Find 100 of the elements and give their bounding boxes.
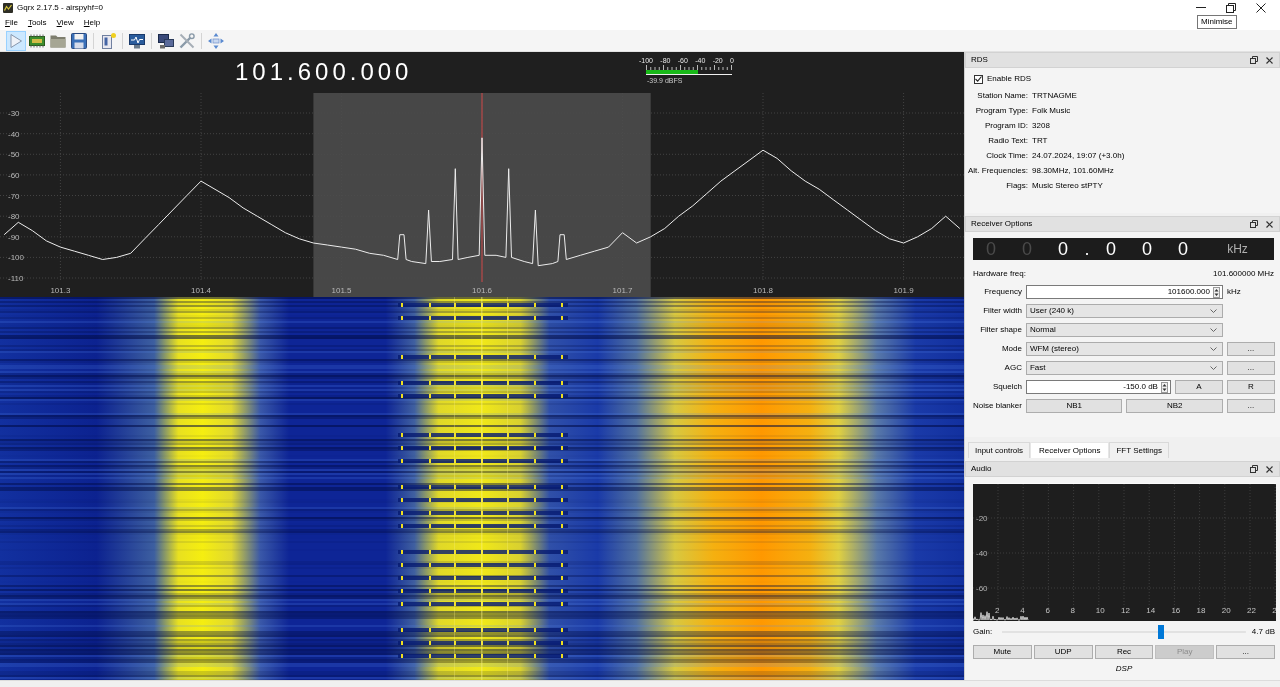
field-value: Folk Music <box>1032 105 1072 117</box>
field-label: Filter width <box>982 306 1022 316</box>
axis-label: -30 <box>8 109 20 118</box>
axis-label: 4 <box>1020 606 1025 615</box>
field-label: Hardware freq: <box>973 269 1026 279</box>
spinbox-field[interactable]: -150.0 dB <box>1025 380 1171 394</box>
field-value: 3208 <box>1032 120 1051 132</box>
axis-label: -20 <box>976 514 988 523</box>
float-icon[interactable] <box>1250 220 1258 228</box>
dock-title: RDS <box>971 55 988 65</box>
field-value: 101.600000 MHz <box>1213 269 1274 279</box>
axis-label: 20 <box>1221 606 1231 615</box>
dock-title: Audio <box>971 464 992 474</box>
push-button[interactable]: UDP <box>1033 645 1093 659</box>
app-icon <box>3 2 13 13</box>
field-label: Alt. Frequencies: <box>968 165 1029 177</box>
field-value: 4.7 dB <box>1251 627 1275 637</box>
close-icon[interactable] <box>1266 56 1273 64</box>
push-button[interactable]: ... <box>1226 399 1275 413</box>
dropdown[interactable]: User (240 k) <box>1025 304 1223 318</box>
axis-label: 101.3 <box>50 286 71 295</box>
push-button[interactable]: ... <box>1226 361 1275 375</box>
axis-label: -70 <box>8 191 20 201</box>
unit-label: kHz <box>1226 241 1249 257</box>
axis-label: 101.5 <box>331 286 352 295</box>
spinner-arrows-icon[interactable] <box>1160 381 1168 393</box>
axis-label: -110 <box>8 274 24 283</box>
axis-label: 8 <box>1070 606 1076 615</box>
push-button[interactable]: NB1 <box>1025 399 1123 413</box>
push-button[interactable]: R <box>1226 380 1275 394</box>
field-label: Frequency <box>983 287 1022 297</box>
field-label: Mode <box>1000 344 1022 354</box>
field-value: TRT <box>1032 135 1049 147</box>
field-label: Squelch <box>992 382 1022 392</box>
frequency-digit: 0 <box>1105 238 1117 260</box>
axis-label: 12 <box>1121 606 1130 615</box>
window-title: Gqrx 2.17.5 - airspyhf=0 <box>17 2 104 13</box>
dock-tab[interactable]: Receiver Options <box>1030 442 1110 458</box>
axis-label: 6 <box>1045 606 1050 615</box>
slider-thumb[interactable] <box>1157 625 1164 639</box>
field-value: 98.30MHz, 101.60MHz <box>1032 165 1115 177</box>
push-button[interactable]: A <box>1174 380 1223 394</box>
field-value: 24.07.2024, 19:07 (+3.0h) <box>1032 150 1126 162</box>
push-button[interactable]: NB2 <box>1126 399 1223 413</box>
push-button[interactable]: ... <box>1216 645 1275 659</box>
axis-label: 18 <box>1196 606 1206 615</box>
frequency-readout[interactable]: 101.600.000 <box>235 57 413 87</box>
axis-label: 2 <box>995 606 1000 615</box>
axis-label: 16 <box>1171 606 1181 615</box>
menu-item[interactable]: View <box>51 17 79 28</box>
axis-label: -80 <box>8 212 20 222</box>
axis-label: -50 <box>8 150 20 160</box>
section-label: DSP <box>1114 664 1134 674</box>
dock-tab[interactable]: FFT Settings <box>1109 442 1170 458</box>
menu-item[interactable]: File <box>0 17 23 28</box>
axis-label: 22 <box>1247 606 1256 615</box>
float-icon[interactable] <box>1250 56 1258 64</box>
axis-label: 101.6 <box>472 286 492 295</box>
axis-label: -40 <box>976 549 988 558</box>
axis-label: -60 <box>976 584 988 593</box>
push-button[interactable]: ... <box>1226 342 1275 356</box>
checkbox-label[interactable]: Enable RDS <box>987 74 1032 84</box>
chevron-down-icon[interactable] <box>1209 309 1217 313</box>
audio-spectrum-trace <box>973 611 1029 621</box>
axis-label: 10 <box>1095 606 1105 615</box>
unit-label: kHz <box>1226 287 1241 297</box>
filter-passband[interactable] <box>313 93 651 297</box>
field-value: Music Stereo stPTY <box>1032 180 1104 192</box>
close-icon[interactable] <box>1256 2 1266 13</box>
dropdown[interactable]: Normal <box>1025 323 1223 337</box>
chevron-down-icon[interactable] <box>1209 366 1217 370</box>
dock-tab[interactable]: Input controls <box>968 442 1031 458</box>
spinbox-field[interactable]: 101600.000 <box>1025 285 1223 299</box>
axis-label: 101.7 <box>612 286 633 295</box>
dropdown[interactable]: WFM (stereo) <box>1025 342 1223 356</box>
chevron-down-icon[interactable] <box>1209 347 1217 351</box>
frequency-digit: 0 <box>1057 238 1069 260</box>
field-value: TRTNAGME <box>1032 90 1078 102</box>
spinner-arrows-icon[interactable] <box>1212 286 1220 298</box>
field-label: Noise blanker <box>973 401 1022 411</box>
field-label: Program ID: <box>983 120 1029 132</box>
tooltip: Minimise <box>1197 15 1237 29</box>
push-button[interactable]: Mute <box>973 645 1032 659</box>
axis-label: 14 <box>1146 606 1156 615</box>
field-label: Flags: <box>1005 180 1029 192</box>
close-icon[interactable] <box>1266 220 1273 228</box>
dock-title: Receiver Options <box>971 219 1033 229</box>
field-label: Gain: <box>973 627 993 637</box>
axis-label: 101.9 <box>893 286 914 295</box>
dropdown[interactable]: Fast <box>1025 361 1223 375</box>
menu-item[interactable]: Tools <box>22 17 52 28</box>
push-button[interactable]: Rec <box>1094 645 1154 659</box>
axis-label: 101.8 <box>753 286 773 295</box>
frequency-digit: 0 <box>1177 238 1189 260</box>
float-icon[interactable] <box>1250 465 1258 473</box>
close-icon[interactable] <box>1266 465 1273 473</box>
axis-label: -40 <box>8 129 20 139</box>
restore-icon[interactable] <box>1226 2 1236 13</box>
chevron-down-icon[interactable] <box>1209 328 1217 332</box>
menu-item[interactable]: Help <box>78 17 106 28</box>
